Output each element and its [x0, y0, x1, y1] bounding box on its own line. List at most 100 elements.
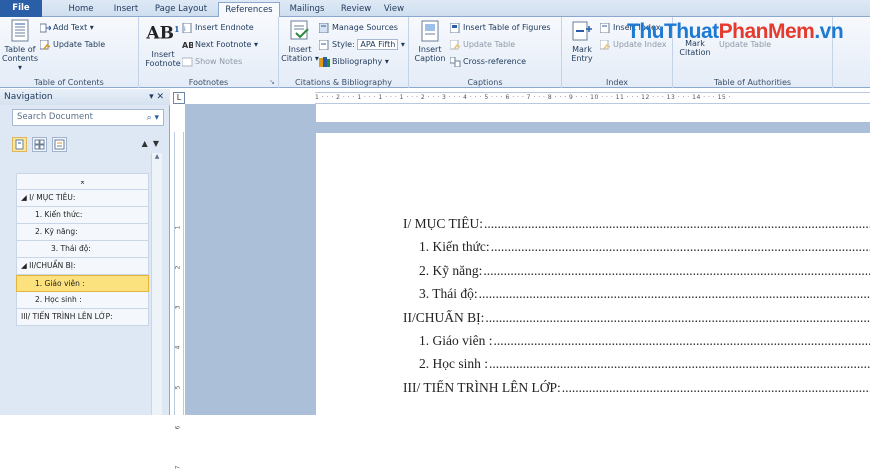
update-table-icon	[40, 40, 51, 50]
group-label-toc: Table of Contents	[0, 78, 138, 87]
ruler-number: 3	[174, 306, 181, 310]
heading-nav-arrows: ▲ ▼	[142, 139, 159, 148]
document-line[interactable]: 2. Kỹ năng:	[419, 263, 482, 279]
add-text-icon	[40, 23, 51, 33]
cross-reference-button[interactable]: Cross-reference	[450, 56, 526, 68]
vertical-ruler-ticks: 1234567	[175, 132, 184, 415]
bibliography-icon	[319, 57, 330, 67]
manage-sources-button[interactable]: Manage Sources	[319, 22, 398, 34]
tab-mailings[interactable]: Mailings	[284, 2, 330, 17]
manage-sources-icon	[319, 23, 330, 33]
style-value[interactable]: APA Fifth	[357, 39, 398, 50]
heading-item-muc-tieu[interactable]: ◢ I/ MỤC TIÊU:	[16, 190, 149, 207]
close-icon[interactable]: ▾ ✕	[149, 89, 164, 105]
tab-view[interactable]: View	[378, 2, 410, 17]
insert-citation-label-2: Citation ▾	[281, 54, 319, 63]
style-icon	[319, 40, 330, 50]
document-line[interactable]: 1. Kiến thức:	[419, 239, 490, 255]
document-line[interactable]: I/ MỤC TIÊU:	[403, 216, 483, 232]
mark-entry-label: Mark	[565, 45, 599, 54]
tab-references[interactable]: References	[218, 2, 280, 18]
navigation-scrollbar[interactable]: ▲	[151, 153, 162, 415]
horizontal-ruler[interactable]: 1 · · · 2 · · · 1 · · · 1 · · · 1 · · · …	[315, 92, 870, 104]
bibliography-button[interactable]: Bibliography ▾	[319, 56, 389, 68]
document-line[interactable]: 1. Giáo viên :	[419, 333, 493, 349]
navigation-title: Navigation	[4, 92, 53, 102]
dot-leader: ........................................…	[485, 310, 870, 326]
heading-item-tien-trinh[interactable]: III/ TIẾN TRÌNH LÊN LỚP:	[16, 309, 149, 326]
group-label-footnotes: Footnotes	[139, 78, 278, 87]
show-notes-icon	[182, 57, 193, 67]
ruler-number: 6	[174, 426, 181, 430]
tab-insert[interactable]: Insert	[106, 2, 146, 17]
tab-file[interactable]: File	[0, 0, 42, 17]
tab-review[interactable]: Review	[336, 2, 376, 17]
group-label-authorities: Table of Authorities	[673, 78, 832, 87]
search-icon[interactable]: ⌕ ▾	[147, 111, 159, 126]
heading-item-ky-nang[interactable]: 2. Kỹ năng:	[16, 224, 149, 241]
update-table-figures-button[interactable]: Update Table	[450, 39, 515, 51]
tab-page-layout[interactable]: Page Layout	[150, 2, 212, 17]
tab-selector-button[interactable]: L	[173, 92, 185, 104]
next-footnote-button[interactable]: ABNext Footnote ▾	[182, 39, 258, 51]
table-of-contents-button[interactable]: Table of Contents ▾	[2, 19, 38, 72]
document-line[interactable]: II/CHUẨN BỊ:	[403, 310, 484, 326]
ribbon-tab-bar: File Home Insert Page Layout References …	[0, 0, 870, 17]
group-citations: Insert Citation ▾ Manage Sources Style: …	[279, 17, 409, 88]
tab-home[interactable]: Home	[60, 2, 102, 17]
headings-icon	[13, 138, 26, 151]
dot-leader: ........................................…	[491, 239, 870, 255]
insert-footnote-button[interactable]: AB1 Insert Footnote	[143, 19, 183, 68]
insert-caption-label: Insert	[412, 45, 448, 54]
document-line[interactable]: 3. Thái độ:	[419, 286, 478, 302]
next-heading-icon[interactable]: ▼	[153, 139, 159, 148]
browse-pages-tab[interactable]	[32, 137, 47, 152]
document-line[interactable]: 2. Học sinh :	[419, 356, 488, 372]
insert-footnote-label-2: Footnote	[143, 59, 183, 68]
ruler-ticks: 1 · · · 2 · · · 1 · · · 1 · · · 1 · · · …	[315, 94, 731, 101]
mark-citation-label-2: Citation	[677, 48, 713, 57]
next-footnote-icon: AB	[182, 40, 193, 50]
table-of-contents-label-2: Contents ▾	[2, 54, 38, 72]
group-table-of-contents: Table of Contents ▾ Add Text ▾ Update Ta…	[0, 17, 139, 88]
footnotes-dialog-launcher-icon[interactable]: ↘	[269, 78, 275, 86]
show-notes-button[interactable]: Show Notes	[182, 56, 242, 68]
update-table-button[interactable]: Update Table	[40, 39, 105, 51]
insert-index-icon	[600, 23, 611, 33]
dot-leader: ........................................…	[562, 380, 870, 396]
document-line[interactable]: III/ TIẾN TRÌNH LÊN LỚP:	[403, 380, 561, 396]
browse-headings-tab[interactable]	[12, 137, 27, 152]
previous-page-bottom	[316, 104, 870, 122]
search-input[interactable]: Search Document ⌕ ▾	[12, 109, 164, 126]
headings-list: ⌅ ◢ I/ MỤC TIÊU: 1. Kiến thức: 2. Kỹ năn…	[16, 173, 149, 326]
style-dropdown[interactable]: Style: APA Fifth ▾	[319, 39, 405, 51]
insert-caption-icon	[418, 19, 442, 43]
browse-results-tab[interactable]	[52, 137, 67, 152]
insert-citation-label: Insert	[281, 45, 319, 54]
mark-entry-icon	[570, 19, 594, 43]
table-of-figures-icon	[450, 23, 461, 33]
collapse-all-headings[interactable]: ⌅	[16, 173, 149, 190]
heading-item-thai-do[interactable]: 3. Thái độ:	[16, 241, 149, 258]
vertical-ruler[interactable]: 1234567	[174, 132, 184, 415]
document-page[interactable]: I/ MỤC TIÊU:............................…	[316, 133, 870, 415]
update-table-figures-icon	[450, 40, 461, 50]
heading-item-giao-vien[interactable]: 1. Giáo viên :	[16, 275, 149, 292]
heading-item-chuan-bi[interactable]: ◢ II/CHUẨN BỊ:	[16, 258, 149, 275]
table-of-contents-icon	[8, 19, 32, 43]
insert-citation-button[interactable]: Insert Citation ▾	[281, 19, 319, 63]
add-text-button[interactable]: Add Text ▾	[40, 22, 94, 34]
ruler-number: 2	[174, 266, 181, 270]
group-label-citations: Citations & Bibliography	[279, 78, 408, 87]
heading-item-kien-thuc[interactable]: 1. Kiến thức:	[16, 207, 149, 224]
heading-item-hoc-sinh[interactable]: 2. Học sinh :	[16, 292, 149, 309]
previous-heading-icon[interactable]: ▲	[142, 139, 148, 148]
insert-caption-button[interactable]: Insert Caption	[412, 19, 448, 63]
scroll-up-icon[interactable]: ▲	[152, 153, 162, 163]
dot-leader: ........................................…	[483, 263, 870, 279]
insert-endnote-button[interactable]: iInsert Endnote	[182, 22, 254, 34]
cross-reference-icon	[450, 57, 461, 67]
mark-entry-button[interactable]: Mark Entry	[565, 19, 599, 63]
insert-table-of-figures-button[interactable]: Insert Table of Figures	[450, 22, 551, 34]
footnote-ab-icon: AB1	[143, 19, 183, 44]
